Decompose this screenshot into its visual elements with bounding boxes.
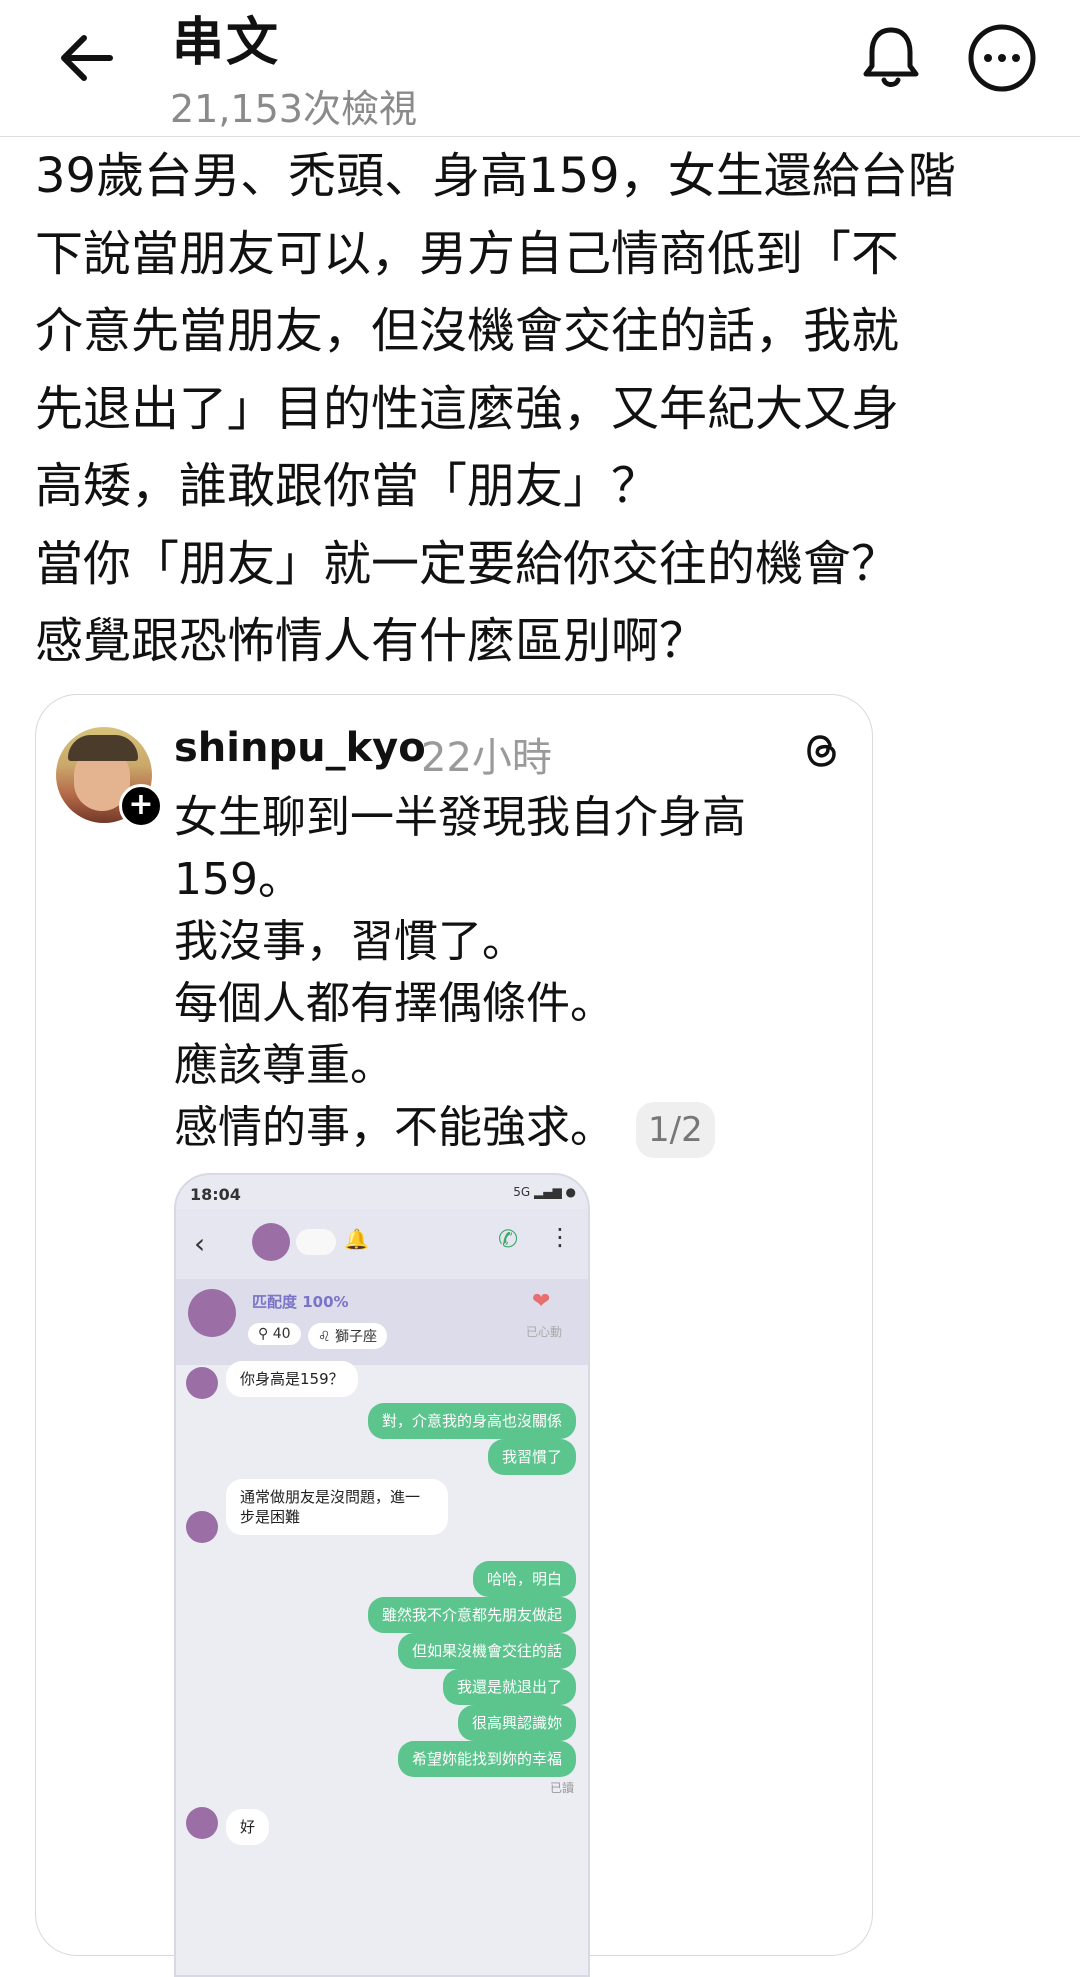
quoted-line: 每個人都有擇偶條件。 [174,978,614,1029]
age-chip: ⚲ 40 [248,1323,301,1345]
message-bubble: 雖然我不介意都先朋友做起 [367,1597,576,1633]
quoted-post-text: 女生聊到一半發現我自介身高 159。 我沒事，習慣了。 每個人都有擇偶條件。 應… [174,787,794,1159]
status-icons: 5G ▂▄▆ ● [513,1185,576,1199]
view-count: 21,153次檢視 [170,87,417,131]
post-line: 介意先當朋友，但沒機會交往的話，我就 [35,303,900,359]
pin-icon: ⚲ [258,1326,273,1342]
avatar-cap [68,735,138,761]
post-time: 22小時 [421,735,552,781]
message-bubble: 但如果沒機會交往的話 [397,1633,576,1669]
message-bubble: 你身高是159？ [226,1361,358,1397]
post-line: 下說當朋友可以，男方自己情商低到「不 [35,225,900,282]
chat-screenshot-image[interactable]: 18:04 5G ▂▄▆ ● ‹ 🔔 ✆ ⋮ 匹配度 100% ⚲ 40 ♌ 獅… [174,1173,590,1977]
age-chip-text: 40 [272,1326,291,1342]
follow-plus-icon[interactable]: + [119,784,163,828]
chat-header: ‹ 🔔 ✆ ⋮ [176,1209,588,1279]
read-receipt: 已讀 [549,1781,574,1795]
post-line: 先退出了」目的性這麼強，又年紀大又身 [35,380,900,437]
message-bubble: 很高興認識妳 [457,1705,576,1741]
quoted-line: 感情的事，不能強求。 1/2 [174,1097,794,1159]
post-text: 39歲台男、禿頭、身高159，女生還給台階 下說當朋友可以，男方自己情商低到「不… [35,138,1045,681]
status-time: 18:04 [190,1185,241,1204]
more-horizontal-icon[interactable] [966,22,1038,94]
message-text: 通常做朋友是沒問題，進一步是困 [240,1488,421,1526]
message-bubble: 希望妳能找到妳的幸福 [397,1741,576,1777]
match-label: 匹配度 100% [252,1293,349,1311]
arrow-left-icon[interactable] [56,30,116,86]
zodiac-icon: ♌ [318,1329,336,1345]
heart-icon: ❤ [532,1289,551,1314]
chat-area: 你身高是159？ 對，介意我的身高也沒關係 我習慣了 通常做朋友是沒問題，進一步… [176,1361,588,1975]
page-title: 串文 [172,13,281,73]
message-bubble: 對，介意我的身高也沒關係 [367,1403,576,1439]
username[interactable]: shinpu_kyo [174,725,426,771]
quoted-line: 159。 [174,854,302,905]
post-line: 39歲台男、禿頭、身高159，女生還給台階 [35,148,956,204]
post-line: 感覺跟恐怖情人有什麼區別啊？ [35,613,708,669]
contact-avatar [186,1807,218,1839]
quoted-line: 女生聊到一半發現我自介身高 [174,792,746,843]
quoted-line: 應該尊重。 [174,1040,394,1091]
message-bubble: 通常做朋友是沒問題，進一步是困難 [226,1479,448,1535]
match-avatar [188,1289,236,1337]
message-text: 難 [285,1508,301,1526]
message-bubble: 好 [226,1809,270,1845]
quoted-post-card[interactable]: + shinpu_kyo 22小時 女生聊到一半發現我自介身高 159。 我沒事… [35,694,873,1977]
top-bar: 串文 21,153次檢視 [0,0,1080,137]
phone-icon: ✆ [498,1225,519,1253]
liked-label: 已心動 [526,1325,563,1339]
bell-icon[interactable] [856,22,926,92]
message-bubble: 我習慣了 [487,1439,576,1475]
post-line: 當你「朋友」就一定要給你交往的機會？ [35,535,900,592]
message-bubble: 我還是就退出了 [442,1669,576,1705]
zodiac-chip: ♌ 獅子座 [308,1323,388,1349]
contact-avatar [186,1511,218,1543]
match-bar: 匹配度 100% ⚲ 40 ♌ 獅子座 ❤ 已心動 [176,1279,588,1365]
page-badge: 1/2 [636,1102,715,1158]
zodiac-chip-text: 獅子座 [335,1329,378,1345]
threads-logo-icon [807,735,836,767]
kebab-menu-icon: ⋮ [548,1223,572,1251]
message-bubble: 哈哈，明白 [472,1561,576,1597]
blurred-name [296,1229,336,1255]
quoted-line-text: 感情的事，不能強求。 [174,1102,614,1153]
chevron-left-icon: ‹ [194,1227,206,1260]
mute-bell-icon: 🔔 [344,1227,369,1251]
quoted-line: 我沒事，習慣了。 [174,916,526,967]
post-line: 高矮，誰敢跟你當「朋友」？ [35,458,660,514]
contact-avatar [186,1367,218,1399]
contact-avatar [252,1223,290,1261]
